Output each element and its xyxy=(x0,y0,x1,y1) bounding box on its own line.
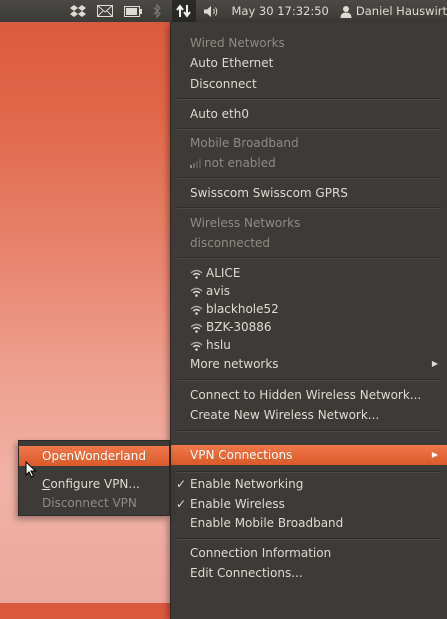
wifi-signal-icon xyxy=(190,341,203,351)
wifi-signal-icon xyxy=(190,287,203,297)
more-networks-label: More networks xyxy=(190,357,279,371)
mouse-cursor-icon xyxy=(25,461,37,478)
network-item[interactable]: BZK-30886 xyxy=(171,317,447,337)
auto-eth0-item[interactable]: Auto eth0 xyxy=(171,104,447,124)
vpn-openwonderland-item[interactable]: OpenWonderland xyxy=(19,446,169,466)
enable-networking-label: Enable Networking xyxy=(190,477,304,491)
create-new-network-item[interactable]: Create New Wireless Network... xyxy=(171,405,447,425)
auto-ethernet-item[interactable]: Auto Ethernet xyxy=(171,53,447,73)
edit-connections-item[interactable]: Edit Connections... xyxy=(171,563,447,583)
volume-icon[interactable] xyxy=(203,5,221,18)
user-icon xyxy=(340,5,352,18)
mail-icon[interactable] xyxy=(96,5,113,17)
separator xyxy=(177,379,441,381)
connect-hidden-network-item[interactable]: Connect to Hidden Wireless Network... xyxy=(171,385,447,405)
network-name: hslu xyxy=(206,338,231,352)
vpn-connections-label: VPN Connections xyxy=(190,448,293,462)
clock[interactable]: May 30 17:32:50 xyxy=(232,4,329,18)
more-networks-item[interactable]: More networks ▶ xyxy=(171,354,447,374)
disconnect-vpn-item[interactable]: Disconnect VPN xyxy=(19,493,169,513)
separator xyxy=(177,207,441,209)
checkmark-icon: ✓ xyxy=(176,477,187,491)
swisscom-gprs-item[interactable]: Swisscom Swisscom GPRS xyxy=(171,183,447,203)
wireless-networks-header: Wireless Networks xyxy=(190,216,301,230)
network-name: blackhole52 xyxy=(206,302,279,316)
top-panel: May 30 17:32:50 Daniel Hauswirt xyxy=(0,0,447,22)
separator xyxy=(177,538,441,540)
network-item[interactable]: avis xyxy=(171,281,447,301)
enable-wireless-item[interactable]: ✓ Enable Wireless xyxy=(171,494,447,514)
enable-wireless-label: Enable Wireless xyxy=(190,497,285,511)
separator xyxy=(177,128,441,130)
network-menu: Wired Networks Auto Ethernet Disconnect … xyxy=(170,22,447,619)
vpn-connections-item[interactable]: VPN Connections ▶ xyxy=(171,445,447,465)
wifi-signal-icon xyxy=(190,269,203,279)
configure-vpn-label: onfigure VPN... xyxy=(50,477,140,491)
user-menu[interactable]: Daniel Hauswirt xyxy=(340,4,447,18)
connection-information-item[interactable]: Connection Information xyxy=(171,543,447,563)
network-item[interactable]: ALICE xyxy=(171,263,447,283)
wifi-signal-icon xyxy=(190,323,203,333)
vpn-submenu: OpenWonderland Configure VPN... Disconne… xyxy=(18,440,170,516)
separator xyxy=(177,177,441,179)
checkmark-icon: ✓ xyxy=(176,497,187,511)
separator xyxy=(177,471,441,473)
network-name: avis xyxy=(206,284,231,298)
dropbox-icon[interactable] xyxy=(69,4,86,18)
disconnect-item[interactable]: Disconnect xyxy=(171,74,447,94)
battery-icon[interactable] xyxy=(123,5,142,17)
signal-icon xyxy=(190,159,201,168)
network-item[interactable]: blackhole52 xyxy=(171,299,447,319)
wireless-status: disconnected xyxy=(190,236,271,250)
network-item[interactable]: hslu xyxy=(171,335,447,355)
enable-networking-item[interactable]: ✓ Enable Networking xyxy=(171,474,447,494)
submenu-arrow-icon: ▶ xyxy=(431,359,438,368)
separator xyxy=(177,430,441,432)
submenu-arrow-icon: ▶ xyxy=(431,450,438,459)
wifi-signal-icon xyxy=(190,305,203,315)
separator xyxy=(177,257,441,259)
bluetooth-icon[interactable] xyxy=(153,4,161,18)
wired-networks-header: Wired Networks xyxy=(190,36,285,50)
configure-vpn-item[interactable]: Configure VPN... xyxy=(19,474,169,494)
network-icon[interactable] xyxy=(171,0,196,22)
network-name: BZK-30886 xyxy=(206,320,272,334)
mobile-status-label: not enabled xyxy=(204,156,276,170)
separator xyxy=(177,98,441,100)
mobile-status-item: not enabled xyxy=(171,153,447,173)
network-name: ALICE xyxy=(206,266,241,280)
mobile-broadband-header: Mobile Broadband xyxy=(190,136,299,150)
user-name: Daniel Hauswirt xyxy=(355,4,447,18)
enable-mobile-broadband-item[interactable]: Enable Mobile Broadband xyxy=(171,513,447,533)
